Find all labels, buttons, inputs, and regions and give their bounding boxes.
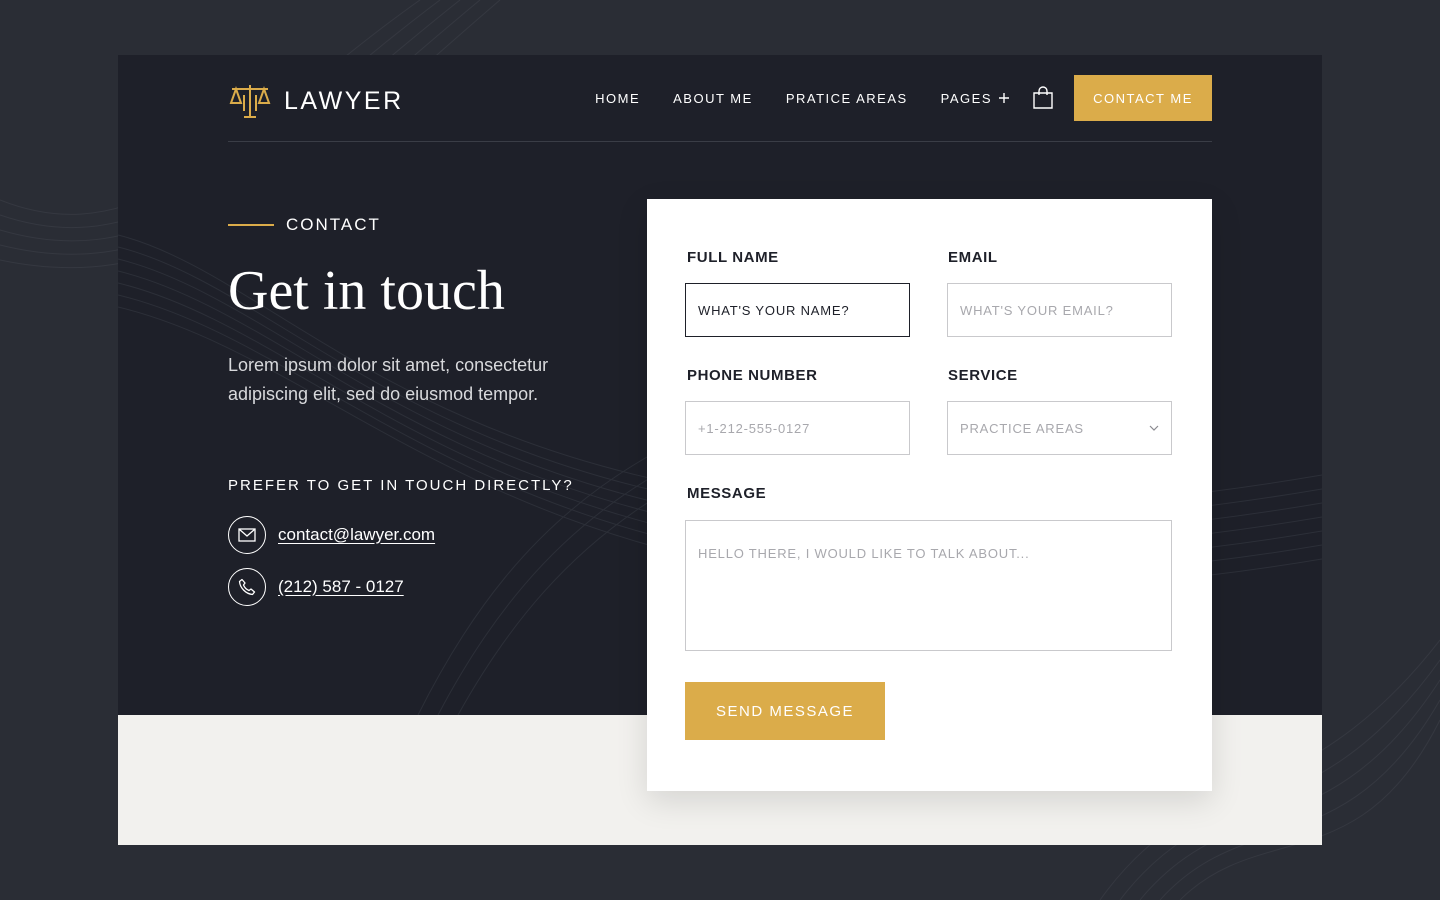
service-select[interactable]: PRACTICE AREAS	[947, 401, 1172, 455]
message-textarea[interactable]	[685, 520, 1172, 651]
contact-form-card: FULL NAME EMAIL PHONE NUMBER SERVICE PRA…	[647, 199, 1212, 791]
top-navigation: LAWYER HOME ABOUT ME PRATICE AREAS PAGES	[228, 75, 1212, 142]
eyebrow-text: CONTACT	[286, 215, 381, 234]
nav-link-home[interactable]: HOME	[595, 91, 640, 106]
shopping-bag-icon[interactable]	[1032, 86, 1054, 110]
phone-icon	[228, 567, 266, 606]
plus-icon	[999, 93, 1009, 103]
section-eyebrow: CONTACT	[228, 215, 648, 235]
page-frame: LAWYER HOME ABOUT ME PRATICE AREAS PAGES	[118, 55, 1322, 845]
service-label: SERVICE	[948, 367, 1018, 384]
brand-name: LAWYER	[284, 86, 404, 115]
email-contact-row: contact@lawyer.com	[228, 515, 648, 554]
service-selected-value: PRACTICE AREAS	[960, 420, 1084, 436]
scales-of-justice-icon	[229, 85, 271, 118]
phone-number-label: PHONE NUMBER	[687, 367, 818, 384]
phone-link[interactable]: (212) 587 - 0127	[278, 577, 404, 597]
email-label: EMAIL	[948, 249, 998, 266]
email-input[interactable]	[947, 283, 1172, 337]
message-label: MESSAGE	[687, 485, 767, 502]
direct-contact-heading: PREFER TO GET IN TOUCH DIRECTLY?	[228, 476, 574, 494]
full-name-label: FULL NAME	[687, 249, 779, 266]
envelope-icon	[228, 515, 266, 554]
nav-menu: HOME ABOUT ME PRATICE AREAS PAGES CONTAC…	[595, 75, 1212, 121]
eyebrow-divider	[228, 224, 274, 226]
brand-logo[interactable]: LAWYER	[228, 83, 404, 119]
page-title: Get in touch	[228, 260, 505, 322]
nav-link-practice-areas[interactable]: PRATICE AREAS	[786, 91, 908, 106]
nav-link-pages[interactable]: PAGES	[941, 91, 1010, 106]
nav-link-about[interactable]: ABOUT ME	[673, 91, 753, 106]
email-link[interactable]: contact@lawyer.com	[278, 525, 435, 545]
contact-me-button[interactable]: CONTACT ME	[1074, 75, 1212, 121]
send-message-button[interactable]: SEND MESSAGE	[685, 682, 885, 740]
phone-contact-row: (212) 587 - 0127	[228, 567, 648, 606]
intro-text: Lorem ipsum dolor sit amet, consectetur …	[228, 354, 549, 404]
full-name-input[interactable]	[685, 283, 910, 337]
contact-intro: CONTACT Get in touch Lorem ipsum dolor s…	[228, 215, 648, 606]
chevron-down-icon	[1149, 425, 1159, 431]
phone-number-input[interactable]	[685, 401, 910, 455]
nav-link-pages-label: PAGES	[940, 90, 992, 106]
